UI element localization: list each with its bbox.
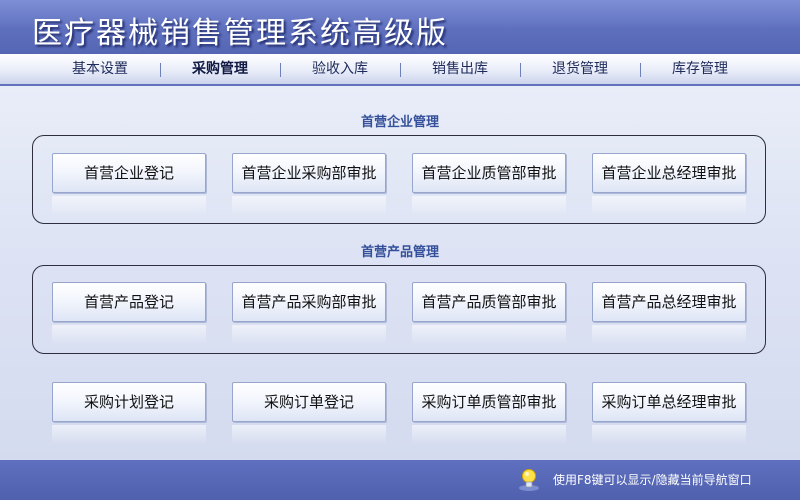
nav-basic-settings[interactable]: 基本设置 <box>40 54 160 84</box>
app-title: 医疗器械销售管理系统高级版 <box>32 16 448 51</box>
nav-purchase-management[interactable]: 采购管理 <box>160 54 280 84</box>
nav-inventory[interactable]: 库存管理 <box>640 54 760 84</box>
section-title-product: 首营产品管理 <box>360 245 439 260</box>
product-purchase-dept-approval-button[interactable]: 首营产品采购部审批 <box>232 282 386 345</box>
purchase-order-register-button[interactable]: 采购订单登记 <box>232 382 386 445</box>
nav-returns[interactable]: 退货管理 <box>520 54 640 84</box>
enterprise-purchase-dept-approval-button[interactable]: 首营企业采购部审批 <box>232 153 386 216</box>
product-gm-approval-button[interactable]: 首营产品总经理审批 <box>592 282 746 345</box>
enterprise-qa-dept-approval-button[interactable]: 首营企业质管部审批 <box>412 153 566 216</box>
enterprise-gm-approval-button[interactable]: 首营企业总经理审批 <box>592 153 746 216</box>
title-bar: 医疗器械销售管理系统高级版 <box>0 0 800 54</box>
purchase-plan-register-button[interactable]: 采购计划登记 <box>52 382 206 445</box>
f8-hint-text: 使用F8键可以显示/隐藏当前导航窗口 <box>553 473 752 487</box>
main-nav: 基本设置 采购管理 验收入库 销售出库 退货管理 库存管理 <box>0 54 800 86</box>
section-title-enterprise: 首营企业管理 <box>360 115 439 130</box>
enterprise-register-button[interactable]: 首营企业登记 <box>52 153 206 216</box>
nav-sales-outbound[interactable]: 销售出库 <box>400 54 520 84</box>
product-register-button[interactable]: 首营产品登记 <box>52 282 206 345</box>
nav-receiving[interactable]: 验收入库 <box>280 54 400 84</box>
status-bar: 使用F8键可以显示/隐藏当前导航窗口 <box>0 460 800 500</box>
main-panel: 首营企业管理 首营企业登记 首营企业采购部审批 首营企业质管部审批 首营企业总经… <box>0 86 800 460</box>
product-qa-dept-approval-button[interactable]: 首营产品质管部审批 <box>412 282 566 345</box>
purchase-order-gm-approval-button[interactable]: 采购订单总经理审批 <box>592 382 746 445</box>
purchase-order-qa-approval-button[interactable]: 采购订单质管部审批 <box>412 382 566 445</box>
lightbulb-icon <box>519 469 539 491</box>
